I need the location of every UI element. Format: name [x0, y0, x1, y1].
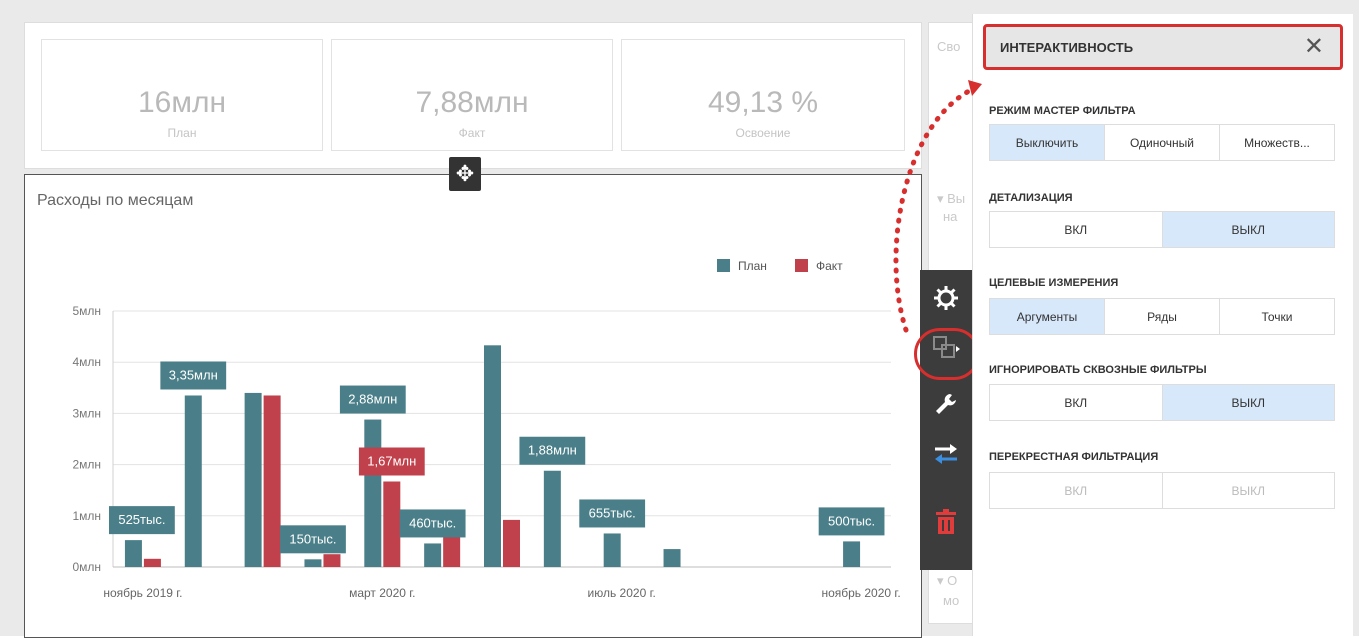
section-title-cross-filtering: ПЕРЕКРЕСТНАЯ ФИЛЬТРАЦИЯ	[989, 451, 1159, 463]
cross-filtering-toggle: ВКЛ ВЫКЛ	[989, 472, 1335, 509]
x-tick-label: июль 2020 г.	[588, 586, 656, 600]
close-icon[interactable]: ✕	[1304, 32, 1324, 62]
filter-line-fragment: мо	[943, 593, 960, 608]
data-label: 1,88млн	[528, 443, 577, 458]
data-label: 3,35млн	[169, 367, 218, 382]
panel-header: ИНТЕРАКТИВНОСТЬ ✕	[983, 24, 1343, 70]
x-tick-label: март 2020 г.	[349, 586, 415, 600]
master-filter-mode-selector: Выключить Одиночный Множеств...	[989, 124, 1335, 161]
kpi-value: 49,13 %	[707, 86, 819, 119]
legend-label: Факт	[816, 259, 843, 273]
convert-icon[interactable]	[920, 434, 972, 474]
option-arguments[interactable]: Аргументы	[990, 299, 1105, 334]
kpi-label: Освоение	[735, 126, 791, 140]
data-label: 525тыс.	[118, 512, 165, 527]
y-tick-label: 2млн	[72, 458, 101, 472]
interactivity-highlight	[914, 328, 980, 380]
bar-plan[interactable]	[663, 549, 681, 567]
option-off[interactable]: ВЫКЛ	[1162, 212, 1334, 247]
gear-icon[interactable]	[920, 278, 972, 318]
x-tick-label: ноябрь 2020 г.	[821, 586, 900, 600]
x-tick-label: ноябрь 2019 г.	[103, 586, 182, 600]
section-title-drilldown: ДЕТАЛИЗАЦИЯ	[989, 192, 1073, 204]
y-tick-label: 5млн	[72, 304, 101, 318]
option-off: ВЫКЛ	[1231, 483, 1266, 498]
legend-swatch	[795, 259, 808, 272]
option-disable[interactable]: Выключить	[990, 125, 1105, 160]
data-label: 1,67млн	[367, 453, 416, 468]
option-points[interactable]: Точки	[1220, 299, 1334, 334]
data-label: 500тыс.	[828, 513, 875, 528]
panel-title: ИНТЕРАКТИВНОСТЬ	[1000, 40, 1134, 55]
y-tick-label: 1млн	[72, 509, 101, 523]
option-single[interactable]: Одиночный	[1105, 125, 1220, 160]
bar-plan[interactable]	[484, 345, 501, 567]
filter-line-fragment: на	[943, 209, 958, 224]
bar-plan[interactable]	[603, 533, 621, 567]
kpi-plan[interactable]: 16млн План	[41, 39, 323, 151]
data-label: 460тыс.	[409, 515, 456, 530]
data-label: 655тыс.	[589, 505, 636, 520]
wrench-icon[interactable]	[920, 384, 972, 424]
bar-fact[interactable]	[503, 519, 520, 567]
bar-plan[interactable]	[424, 543, 442, 567]
bar-fact[interactable]	[263, 395, 281, 567]
item-toolbar	[920, 270, 972, 570]
bar-plan[interactable]	[543, 470, 561, 567]
kpi-fact[interactable]: 7,88млн Факт	[331, 39, 613, 151]
bar-plan[interactable]	[843, 541, 861, 567]
dashboard-canvas: 16млн План 7,88млн Факт 49,13 % Освоение…	[0, 0, 1359, 638]
legend-label: План	[738, 259, 767, 273]
y-tick-label: 3млн	[72, 406, 101, 420]
option-off[interactable]: ВЫКЛ	[1162, 385, 1334, 420]
chart-panel[interactable]: Расходы по месяцам 0млн 1млн 2млн 3млн 4млн 5…	[24, 174, 922, 638]
delete-icon[interactable]	[920, 502, 972, 542]
bar-plan[interactable]	[184, 395, 202, 567]
kpi-card-panel[interactable]: 16млн План 7,88млн Факт 49,13 % Освоение	[24, 22, 922, 169]
y-tick-label: 0млн	[72, 560, 101, 574]
section-title-master-filter: РЕЖИМ МАСТЕР ФИЛЬТРА	[989, 105, 1136, 117]
bar-plan[interactable]	[124, 540, 142, 567]
bar-fact[interactable]	[383, 481, 401, 567]
kpi-label: План	[167, 126, 197, 140]
kpi-label: Факт	[458, 126, 486, 140]
bar-fact[interactable]	[143, 558, 161, 567]
section-title-target-dimensions: ЦЕЛЕВЫЕ ИЗМЕРЕНИЯ	[989, 277, 1119, 289]
data-label: 2,88млн	[348, 392, 397, 407]
kpi-progress[interactable]: 49,13 % Освоение	[621, 39, 905, 151]
filter-line-fragment: ▾ О	[937, 573, 958, 588]
kpi-value: 7,88млн	[415, 86, 529, 119]
kpi-value: 16млн	[137, 86, 227, 119]
legend-swatch	[717, 259, 730, 272]
option-on[interactable]: ВКЛ	[990, 385, 1163, 420]
option-series[interactable]: Ряды	[1105, 299, 1220, 334]
move-icon[interactable]: ✥	[449, 157, 481, 191]
option-multiple[interactable]: Множеств...	[1220, 125, 1334, 160]
interactivity-panel: ИНТЕРАКТИВНОСТЬ ✕ РЕЖИМ МАСТЕР ФИЛЬТРА В…	[972, 14, 1353, 636]
filter-line-fragment: ▾ Вы	[937, 191, 966, 206]
pivot-title-fragment: Сво	[937, 39, 961, 54]
data-label: 150тыс.	[289, 531, 336, 546]
bar-fact[interactable]	[323, 554, 341, 567]
option-on[interactable]: ВКЛ	[990, 212, 1163, 247]
section-title-ignore-master-filters: ИГНОРИРОВАТЬ СКВОЗНЫЕ ФИЛЬТРЫ	[989, 364, 1207, 376]
y-tick-label: 4млн	[72, 355, 101, 369]
bar-chart[interactable]: 0млн 1млн 2млн 3млн 4млн 5млн ноябрь 2019 г. ма…	[25, 175, 921, 637]
option-on: ВКЛ	[990, 473, 1163, 508]
bar-plan[interactable]	[304, 559, 322, 567]
drilldown-toggle: ВКЛ ВЫКЛ	[989, 211, 1335, 248]
bar-plan[interactable]	[244, 392, 262, 567]
bar-plan[interactable]	[364, 419, 382, 567]
ignore-master-filters-toggle: ВКЛ ВЫКЛ	[989, 384, 1335, 421]
target-dimensions-selector: Аргументы Ряды Точки	[989, 298, 1335, 335]
